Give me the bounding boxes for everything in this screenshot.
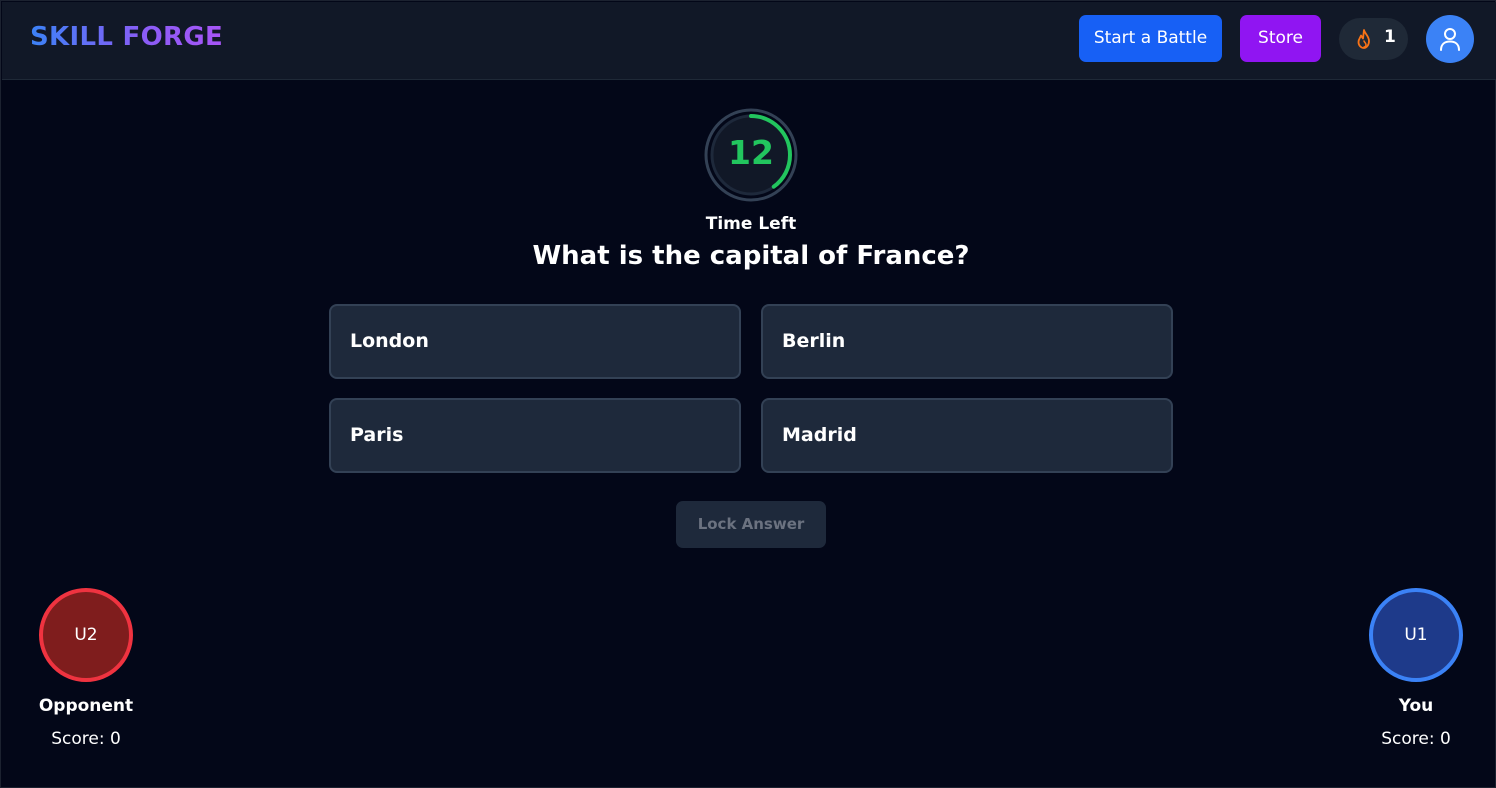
- store-button[interactable]: Store: [1240, 15, 1321, 62]
- flame-icon: [1355, 28, 1373, 50]
- countdown-seconds: 12: [728, 133, 774, 172]
- you-score: Score: 0: [1381, 729, 1451, 749]
- question-text: What is the capital of France?: [532, 241, 970, 271]
- opponent-score: Score: 0: [51, 729, 121, 749]
- brand-logo[interactable]: SKILL FORGE: [30, 22, 223, 52]
- you-name: You: [1398, 696, 1434, 716]
- time-left-label: Time Left: [705, 214, 797, 234]
- streak-count: 1: [1384, 27, 1396, 47]
- lock-answer-button[interactable]: Lock Answer: [676, 501, 826, 548]
- streak-badge[interactable]: 1: [1339, 18, 1408, 60]
- you-avatar: U1: [1369, 588, 1463, 682]
- answer-option-paris[interactable]: Paris: [329, 398, 741, 473]
- user-icon: [1440, 28, 1460, 51]
- answer-option-london[interactable]: London: [329, 304, 741, 379]
- profile-button[interactable]: [1426, 15, 1474, 63]
- answer-option-berlin[interactable]: Berlin: [761, 304, 1173, 379]
- opponent-avatar: U2: [39, 588, 133, 682]
- start-battle-button[interactable]: Start a Battle: [1079, 15, 1222, 62]
- app-frame: SKILL FORGE Start a Battle Store 1 12 Ti…: [0, 0, 1496, 788]
- navbar: SKILL FORGE Start a Battle Store 1: [2, 2, 1496, 80]
- answer-option-madrid[interactable]: Madrid: [761, 398, 1173, 473]
- opponent-name: Opponent: [38, 696, 134, 716]
